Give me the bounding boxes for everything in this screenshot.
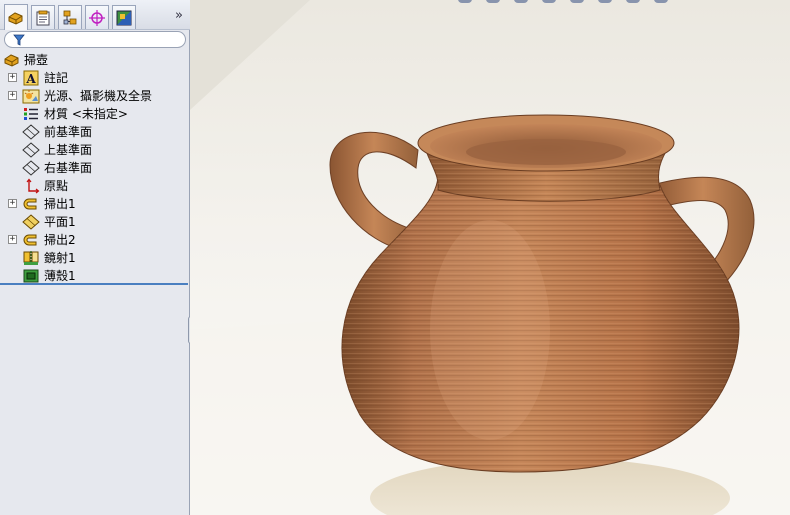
tab-dimxpert-manager[interactable] (85, 5, 109, 29)
rollback-bar[interactable] (0, 283, 188, 285)
svg-text:A: A (25, 72, 36, 86)
tab-property-manager[interactable] (31, 5, 55, 29)
tree-item-label: 右基準面 (44, 161, 93, 175)
tree-root-label: 掃壺 (24, 53, 49, 67)
dimxpert-manager-icon (89, 9, 105, 26)
tree-item-mirror1[interactable]: 鏡射1 (0, 249, 189, 267)
tree-item-lights-cameras-scene[interactable]: + 光源、攝影機及全景 (0, 87, 189, 105)
tree-item-sweep2[interactable]: + 掃出2 (0, 231, 189, 249)
tree-item-origin[interactable]: 原點 (0, 177, 189, 195)
sweep-icon (22, 196, 40, 212)
view-orientation-icon[interactable] (570, 0, 584, 3)
plane-icon (22, 160, 40, 176)
sweep-icon (22, 232, 40, 248)
tree-item-right-plane[interactable]: 右基準面 (0, 159, 189, 177)
expand-toggle[interactable]: + (8, 235, 17, 244)
display-style-icon[interactable] (598, 0, 612, 3)
ref-plane-icon (22, 214, 40, 230)
graphics-viewport[interactable] (190, 0, 790, 515)
tree-item-material[interactable]: 材質 <未指定> (0, 105, 189, 123)
tab-configuration-manager[interactable] (58, 5, 82, 29)
tree-item-label: 光源、攝影機及全景 (44, 89, 153, 103)
tree-item-sweep1[interactable]: + 掃出1 (0, 195, 189, 213)
tab-display-manager[interactable] (112, 5, 136, 29)
origin-icon (22, 178, 40, 194)
tree-filter-input[interactable] (4, 31, 186, 48)
feature-manager-icon (8, 11, 23, 25)
zoom-to-fit-icon[interactable] (458, 0, 472, 3)
configuration-manager-icon (63, 10, 77, 24)
tree-root-part[interactable]: 掃壺 (0, 51, 189, 69)
zoom-area-icon[interactable] (486, 0, 500, 3)
mirror-icon (22, 250, 40, 266)
tree-item-label: 鏡射1 (44, 251, 76, 265)
plane-icon (22, 124, 40, 140)
tree-item-label: 平面1 (44, 215, 76, 229)
tree-item-label: 原點 (44, 179, 69, 193)
lights-cameras-icon (22, 88, 40, 104)
tree-item-label: 掃出1 (44, 197, 76, 211)
tree-item-front-plane[interactable]: 前基準面 (0, 123, 189, 141)
tree-item-label: 掃出2 (44, 233, 76, 247)
material-icon (22, 106, 40, 122)
previous-view-icon[interactable] (514, 0, 528, 3)
tree-item-label: 材質 <未指定> (44, 107, 128, 121)
feature-manager-panel: » 掃壺 + A 註記 + 光源、攝影機及全景 材質 <未指定> 前基準面 上基… (0, 0, 190, 515)
funnel-icon (13, 34, 25, 46)
vase-model (190, 0, 790, 515)
section-view-icon[interactable] (542, 0, 556, 3)
more-tabs-chevron[interactable]: » (175, 8, 183, 23)
tree-item-label: 前基準面 (44, 125, 93, 139)
expand-toggle[interactable]: + (8, 91, 17, 100)
annotations-icon: A (22, 70, 40, 86)
panel-tab-bar: » (0, 0, 190, 30)
display-manager-icon (116, 10, 132, 25)
property-manager-icon (36, 10, 50, 25)
plane-icon (22, 142, 40, 158)
expand-toggle[interactable]: + (8, 199, 17, 208)
heads-up-toolbar[interactable] (458, 0, 718, 6)
shell-icon (22, 268, 40, 284)
hide-show-items-icon[interactable] (626, 0, 640, 3)
tree-item-top-plane[interactable]: 上基準面 (0, 141, 189, 159)
tree-item-annotations[interactable]: + A 註記 (0, 69, 189, 87)
tree-item-label: 上基準面 (44, 143, 93, 157)
tree-item-label: 薄殼1 (44, 269, 76, 283)
tree-item-label: 註記 (44, 71, 69, 85)
part-icon (3, 52, 21, 68)
expand-toggle[interactable]: + (8, 73, 17, 82)
tree-item-plane1[interactable]: 平面1 (0, 213, 189, 231)
tab-feature-manager[interactable] (4, 4, 28, 30)
appearance-icon[interactable] (654, 0, 668, 3)
